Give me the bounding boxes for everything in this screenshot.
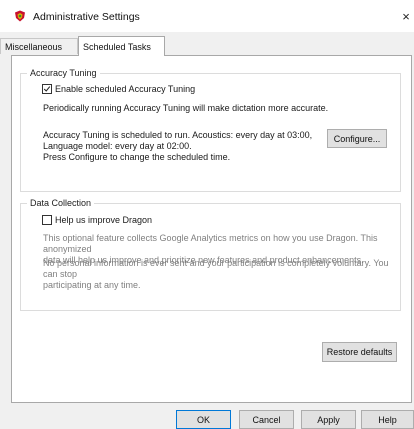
accuracy-tuning-description: Periodically running Accuracy Tuning wil… xyxy=(43,103,329,113)
schedule-line: Press Configure to change the scheduled … xyxy=(43,152,231,162)
accuracy-tuning-schedule: Accuracy Tuning is scheduled to run. Aco… xyxy=(43,130,312,163)
configure-button[interactable]: Configure... xyxy=(327,129,387,148)
dragon-shield-icon xyxy=(15,10,25,22)
close-button[interactable]: × xyxy=(398,9,414,25)
cancel-button[interactable]: Cancel xyxy=(239,410,294,429)
help-improve-dragon-label[interactable]: Help us improve Dragon xyxy=(55,215,152,225)
window-title: Administrative Settings xyxy=(33,11,140,23)
restore-defaults-button[interactable]: Restore defaults xyxy=(322,342,397,362)
data-collection-privacy: No personal information is ever sent and… xyxy=(43,258,401,291)
privacy-line: No personal information is ever sent and… xyxy=(43,258,389,279)
title-bar: Administrative Settings × xyxy=(0,0,414,32)
close-icon: × xyxy=(402,9,410,24)
privacy-line: participating at any time. xyxy=(43,280,141,290)
checkmark-icon xyxy=(43,86,51,92)
schedule-line: Accuracy Tuning is scheduled to run. Aco… xyxy=(43,130,313,140)
apply-button[interactable]: Apply xyxy=(301,410,356,429)
accuracy-tuning-legend: Accuracy Tuning xyxy=(30,68,97,78)
tab-scheduled-tasks[interactable]: Scheduled Tasks xyxy=(78,36,165,56)
tab-miscellaneous[interactable]: Miscellaneous xyxy=(0,38,78,54)
enable-accuracy-tuning-label[interactable]: Enable scheduled Accuracy Tuning xyxy=(55,84,195,94)
help-improve-dragon-checkbox[interactable] xyxy=(42,215,52,225)
data-collection-legend: Data Collection xyxy=(30,198,92,208)
ok-button[interactable]: OK xyxy=(176,410,231,429)
info-line: This optional feature collects Google An… xyxy=(43,233,378,254)
schedule-line: Language model: every day at 02:00. xyxy=(43,141,192,151)
enable-accuracy-tuning-checkbox[interactable] xyxy=(42,84,52,94)
help-button[interactable]: Help xyxy=(361,410,414,429)
